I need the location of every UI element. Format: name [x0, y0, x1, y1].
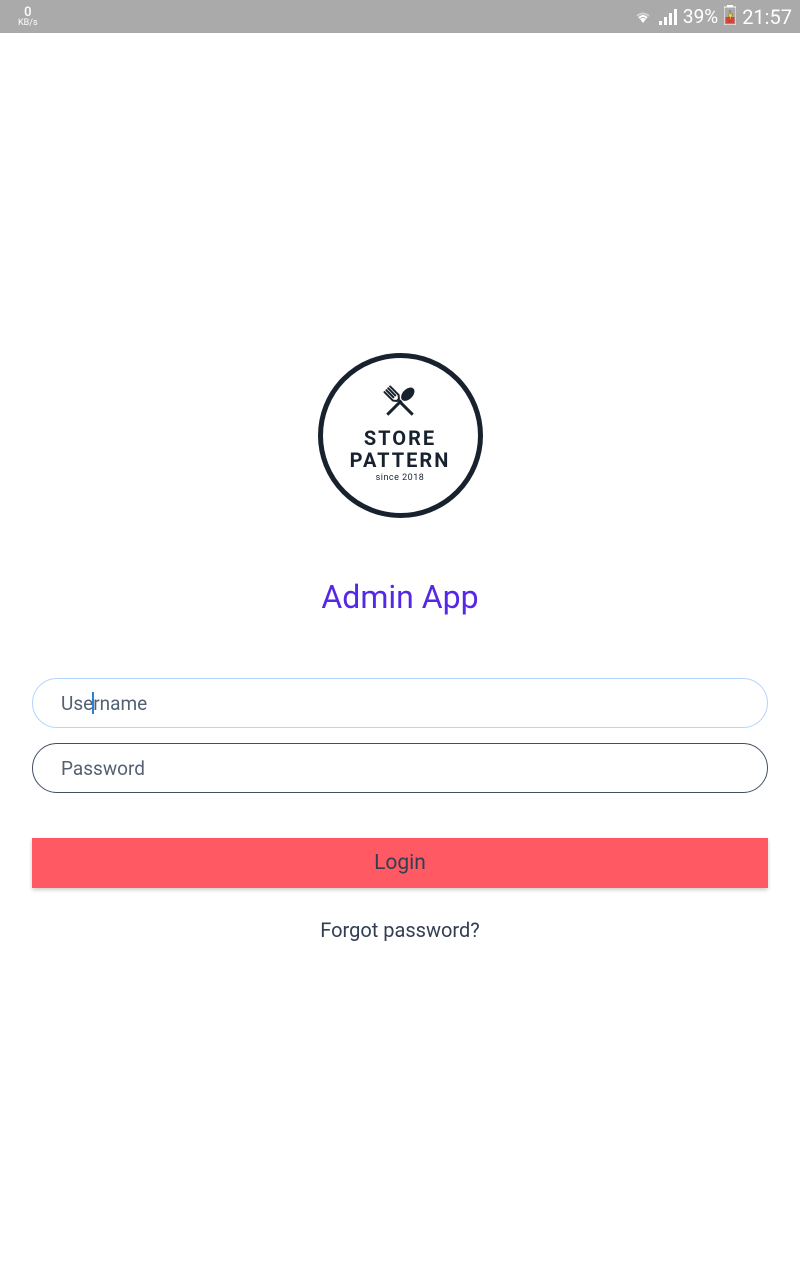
- login-screen: STORE PATTERN since 2018 Admin App Login…: [0, 33, 800, 1280]
- data-speed-indicator: 0 KB/s: [8, 6, 38, 28]
- logo: STORE PATTERN since 2018: [318, 353, 483, 518]
- fork-spoon-icon: [376, 383, 424, 421]
- wifi-icon: [633, 9, 653, 25]
- status-right: 39% 21:57: [633, 5, 792, 29]
- logo-line-2: PATTERN: [350, 449, 451, 471]
- logo-circle: STORE PATTERN since 2018: [318, 353, 483, 518]
- logo-text: STORE PATTERN since 2018: [350, 427, 451, 484]
- signal-icon: [659, 9, 677, 25]
- forgot-password-link[interactable]: Forgot password?: [320, 918, 480, 942]
- status-bar: 0 KB/s 39%: [0, 0, 800, 33]
- clock-time: 21:57: [742, 5, 792, 29]
- logo-line-1: STORE: [350, 427, 451, 449]
- battery-percentage: 39%: [683, 5, 718, 28]
- logo-since: since 2018: [350, 474, 451, 484]
- data-speed-value: 0: [24, 6, 31, 19]
- battery-icon: [724, 5, 736, 29]
- text-caret: [92, 692, 94, 714]
- login-button[interactable]: Login: [32, 838, 768, 888]
- password-input[interactable]: [32, 743, 768, 793]
- page-title: Admin App: [321, 578, 478, 616]
- username-input[interactable]: [32, 678, 768, 728]
- data-speed-unit: KB/s: [18, 19, 38, 28]
